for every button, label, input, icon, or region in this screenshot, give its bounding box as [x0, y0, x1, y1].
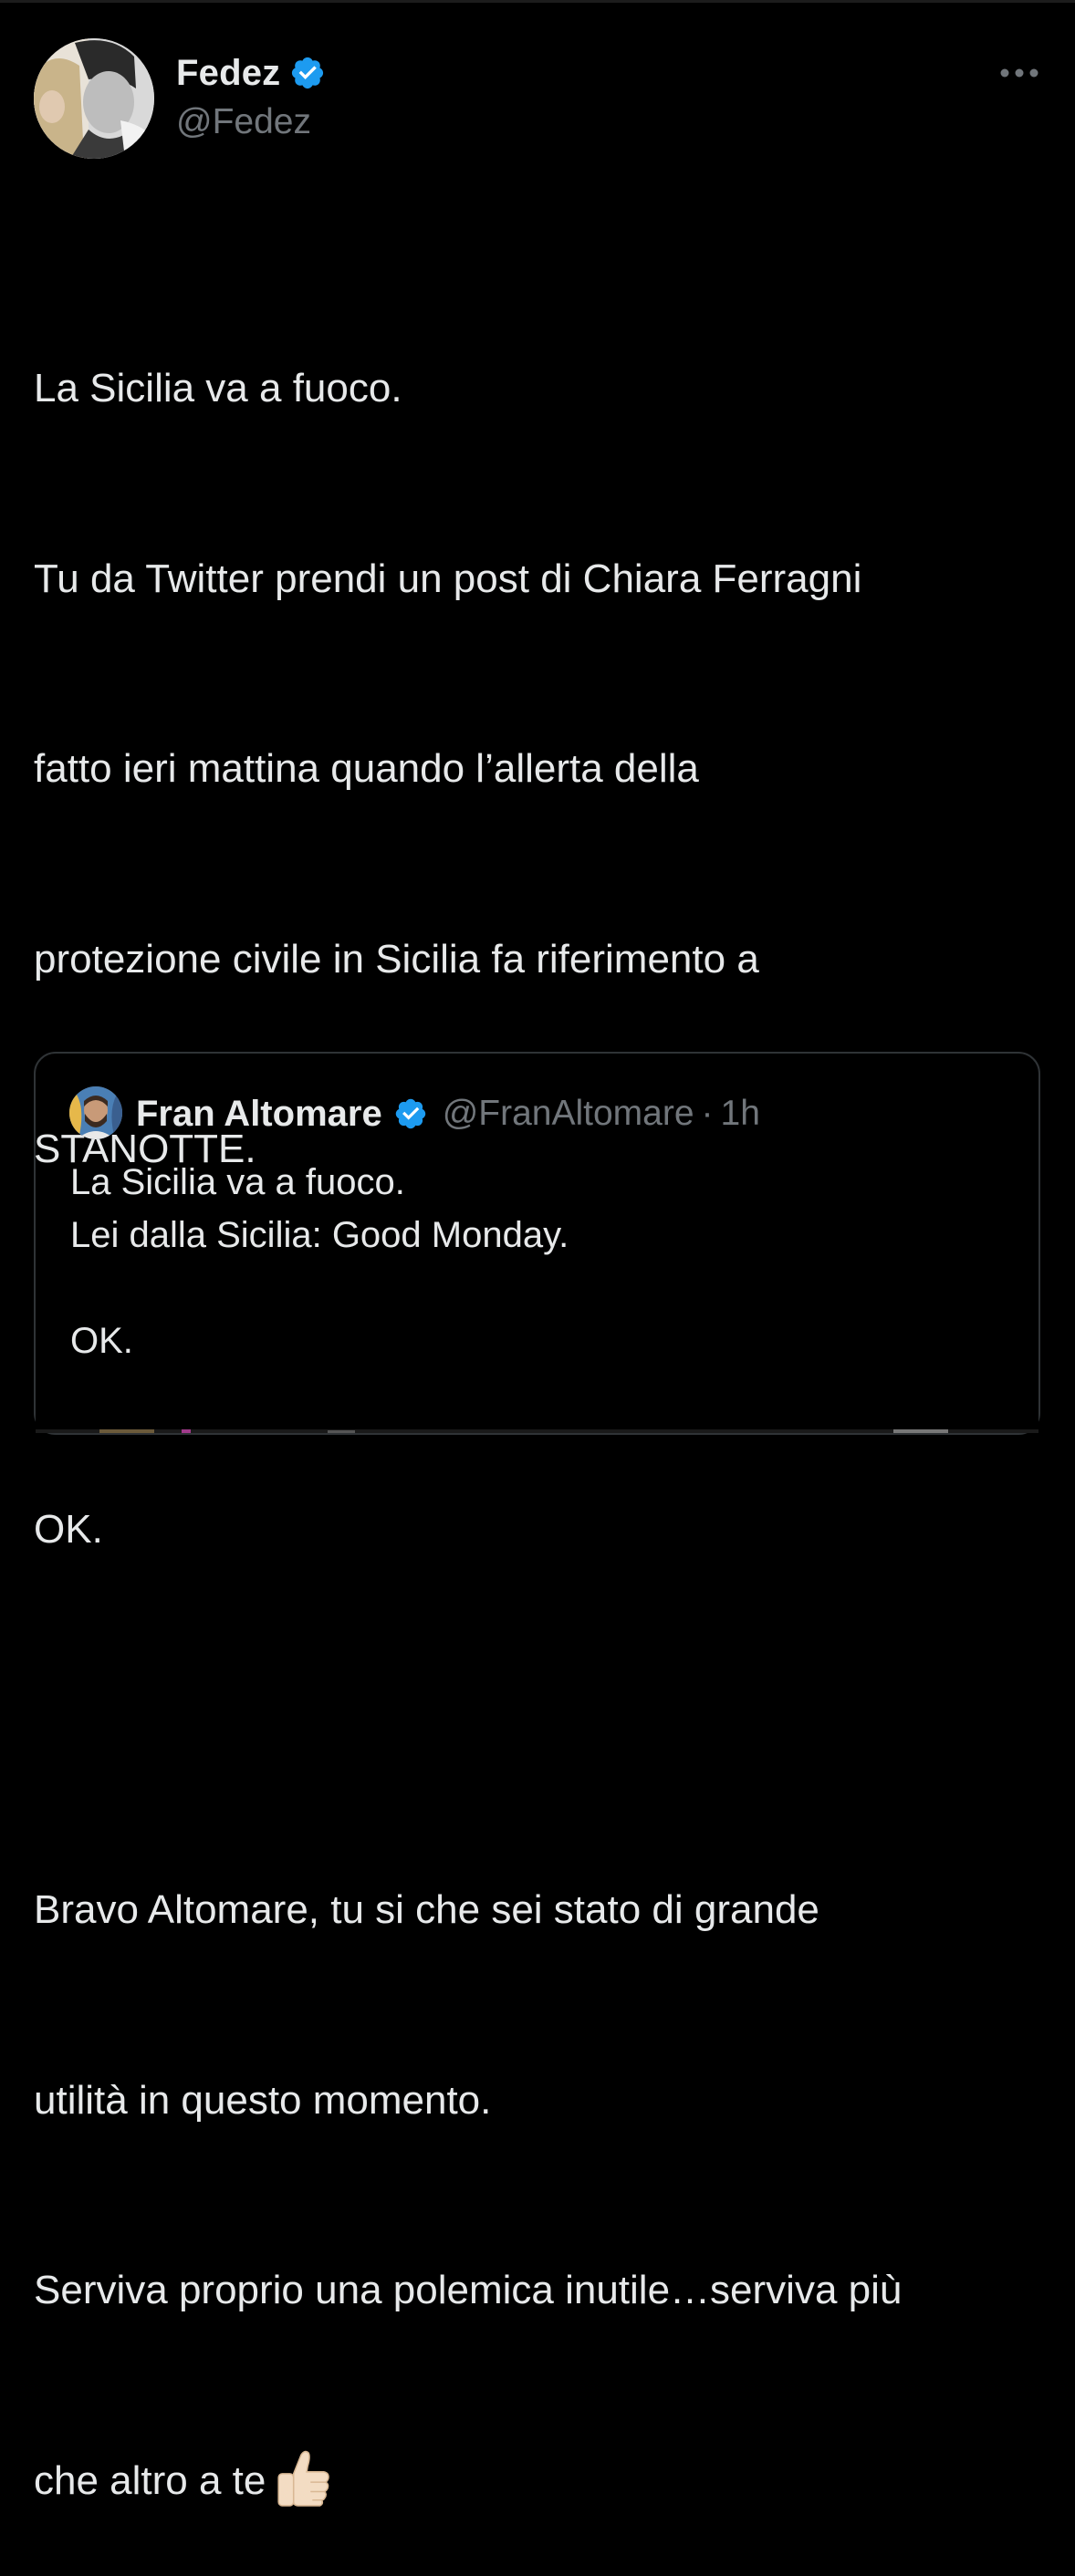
tweet-text-last-line: che altro a te — [34, 2449, 1047, 2513]
quoted-text-line: Lei dalla Sicilia: Good Monday. — [70, 1215, 569, 1255]
quoted-author-handle[interactable]: @FranAltomare — [443, 1094, 694, 1134]
quoted-text-line: OK. — [70, 1321, 133, 1361]
author-avatar[interactable] — [34, 38, 154, 159]
tweet-text-line: che altro a te — [34, 2457, 266, 2503]
quoted-author-avatar[interactable] — [69, 1086, 122, 1139]
more-options-button[interactable] — [997, 57, 1041, 89]
quoted-text-blank-line — [70, 1262, 1010, 1314]
avatar-image — [34, 38, 154, 159]
tweet-text-line: OK. — [34, 1507, 103, 1552]
quoted-author-name[interactable]: Fran Altomare — [136, 1094, 382, 1135]
quoted-separator: · — [701, 1094, 714, 1133]
quoted-media-preview[interactable] — [36, 1386, 1038, 1433]
tweet-text-line: protezione civile in Sicilia fa riferime… — [34, 936, 759, 982]
quoted-tweet-header: Fran Altomare @FranAltomare · 1h — [136, 1091, 760, 1137]
top-divider — [0, 0, 1075, 3]
author-name-row[interactable]: Fedez — [176, 51, 326, 95]
tweet-text-line: utilità in questo momento. — [34, 2077, 492, 2123]
tweet-text-line: Bravo Altomare, tu si che sei stato di g… — [34, 1887, 819, 1932]
thumbs-up-emoji-icon — [277, 2450, 330, 2507]
author-name[interactable]: Fedez — [176, 53, 280, 94]
tweet-text-line: fatto ieri mattina quando l’allerta dell… — [34, 746, 699, 791]
author-handle[interactable]: @Fedez — [176, 102, 311, 142]
quoted-verified-badge-icon — [395, 1098, 425, 1129]
tweet-text-line: Tu da Twitter prendi un post di Chiara F… — [34, 556, 862, 601]
quoted-media-image — [36, 1386, 1038, 1433]
quoted-tweet-text: La Sicilia va a fuoco. Lei dalla Sicilia… — [70, 1156, 1010, 1367]
tweet-text-line: Serviva proprio una polemica inutile…ser… — [34, 2268, 903, 2312]
verified-badge-icon — [292, 57, 324, 89]
quoted-tweet-card[interactable]: Fran Altomare @FranAltomare · 1h La Sici… — [34, 1052, 1040, 1435]
tweet-text-line: La Sicilia va a fuoco. — [34, 366, 402, 410]
quoted-text-line: La Sicilia va a fuoco. — [70, 1162, 405, 1202]
quoted-timestamp[interactable]: 1h — [721, 1094, 760, 1134]
quoted-avatar-image — [69, 1086, 122, 1139]
more-horizontal-icon — [1000, 68, 1038, 78]
